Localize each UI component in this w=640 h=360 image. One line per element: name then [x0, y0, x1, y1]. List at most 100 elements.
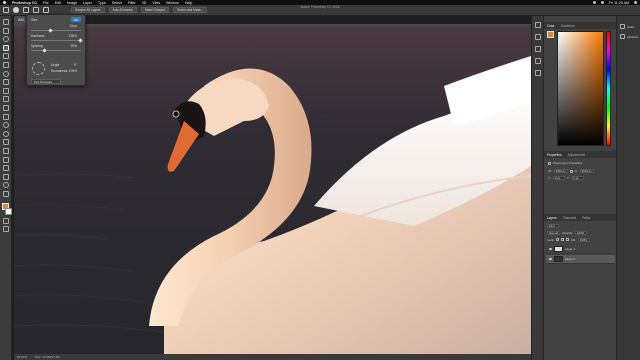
- sample-all-layers-checkbox[interactable]: Sample All Layers: [71, 7, 105, 13]
- path-selection-tool-icon[interactable]: [2, 156, 9, 163]
- screen-mode-icon[interactable]: [2, 226, 9, 233]
- crop-tool-icon[interactable]: [2, 53, 9, 60]
- lock-position-icon[interactable]: [561, 238, 565, 241]
- wifi-icon[interactable]: [592, 1, 596, 4]
- quick-selection-add-icon[interactable]: [33, 7, 39, 13]
- adjustments-panel-icon[interactable]: [534, 34, 541, 40]
- menu-edit[interactable]: Edit: [55, 1, 61, 5]
- brush-size-knob[interactable]: [48, 28, 53, 33]
- layer-name[interactable]: Layer 0: [565, 257, 575, 261]
- brush-ok-button[interactable]: OK: [71, 17, 81, 22]
- visibility-eye-icon[interactable]: [549, 248, 552, 250]
- tab-swatches[interactable]: Swatches: [561, 24, 575, 28]
- lock-all-icon[interactable]: [566, 238, 570, 241]
- menu-file[interactable]: File: [43, 1, 49, 5]
- home-icon[interactable]: [3, 7, 9, 13]
- brush-size-slider[interactable]: [31, 28, 81, 33]
- blur-tool-icon[interactable]: [2, 122, 9, 129]
- tab-layers[interactable]: Layers: [547, 216, 557, 220]
- shape-tool-icon[interactable]: [2, 165, 9, 172]
- fill-field[interactable]: 100%: [577, 237, 590, 242]
- tab-color[interactable]: Color: [547, 24, 555, 28]
- brush-roundness-value[interactable]: 100%: [69, 69, 77, 73]
- type-tool-icon[interactable]: [2, 147, 9, 154]
- menu-help[interactable]: Help: [185, 1, 192, 5]
- y-field[interactable]: 0 px: [571, 176, 584, 180]
- brush-angle-roundness-widget[interactable]: [32, 62, 45, 75]
- brushes-panel-icon[interactable]: [534, 46, 541, 52]
- color-panel-foreground-swatch[interactable]: [547, 31, 554, 38]
- tab-paths[interactable]: Paths: [582, 216, 590, 220]
- pen-tool-icon[interactable]: [2, 139, 9, 146]
- menu-image[interactable]: Image: [67, 1, 77, 5]
- history-panel-icon[interactable]: [534, 22, 541, 28]
- tab-properties[interactable]: Properties: [547, 153, 562, 157]
- menu-layer[interactable]: Layer: [83, 1, 92, 5]
- brush-spacing-value[interactable]: 25%: [71, 44, 77, 48]
- layer-name[interactable]: Layer 1: [565, 247, 575, 251]
- menu-filter[interactable]: Filter: [128, 1, 136, 5]
- gradient-tool-icon[interactable]: [2, 113, 9, 120]
- pen-pressure-dropdown[interactable]: Pen Pressure: [31, 79, 61, 84]
- apple-icon[interactable]: [3, 1, 6, 4]
- layer-row[interactable]: Layer 0: [546, 255, 615, 264]
- more-tools-icon[interactable]: [2, 190, 9, 197]
- hue-slider[interactable]: [606, 31, 611, 146]
- styles-panel-icon[interactable]: [534, 58, 541, 64]
- height-field[interactable]: 3024 px: [579, 169, 594, 173]
- quick-selection-subtract-icon[interactable]: [43, 7, 49, 13]
- opacity-field[interactable]: 100%: [575, 230, 588, 235]
- brush-spacing-knob[interactable]: [42, 48, 47, 53]
- quick-mask-icon[interactable]: [2, 217, 9, 224]
- menu-window[interactable]: Window: [166, 1, 179, 5]
- select-subject-button[interactable]: Select Subject: [140, 7, 170, 13]
- dock-libraries-item[interactable]: Libraries: [620, 34, 639, 39]
- auto-enhance-checkbox[interactable]: Auto-Enhance: [108, 7, 137, 13]
- menu-select[interactable]: Select: [112, 1, 122, 5]
- layer-kind-filter[interactable]: Kind: [547, 223, 559, 228]
- eraser-tool-icon[interactable]: [2, 104, 9, 111]
- width-field[interactable]: 4032 px: [553, 169, 568, 173]
- battery-icon[interactable]: [600, 1, 604, 4]
- layer-row[interactable]: Layer 1: [546, 245, 615, 254]
- menu-view[interactable]: View: [152, 1, 160, 5]
- zoom-tool-icon[interactable]: [2, 182, 9, 189]
- clone-stamp-tool-icon[interactable]: [2, 87, 9, 94]
- menu-type[interactable]: Type: [98, 1, 106, 5]
- link-icon[interactable]: [569, 169, 573, 173]
- character-panel-icon[interactable]: [534, 70, 541, 76]
- color-field[interactable]: [557, 31, 604, 146]
- menu-3d[interactable]: 3D: [142, 1, 147, 5]
- dodge-tool-icon[interactable]: [2, 130, 9, 137]
- blend-mode-select[interactable]: Normal: [547, 230, 561, 235]
- quick-selection-new-icon[interactable]: [23, 7, 29, 13]
- brush-tool-icon[interactable]: [2, 79, 9, 86]
- history-brush-tool-icon[interactable]: [2, 96, 9, 103]
- brush-spacing-slider[interactable]: [31, 48, 81, 53]
- lock-pixels-icon[interactable]: [556, 238, 560, 241]
- brush-hardness-slider[interactable]: [31, 38, 83, 43]
- zoom-level[interactable]: 66.67%: [17, 355, 27, 359]
- tab-channels[interactable]: Channels: [563, 216, 576, 220]
- brush-angle-value[interactable]: 0°: [74, 63, 77, 67]
- marquee-tool-icon[interactable]: [2, 27, 9, 34]
- x-field[interactable]: 0 px: [552, 176, 565, 180]
- spotlight-icon[interactable]: [634, 1, 637, 4]
- select-and-mask-button[interactable]: Select and Mask...: [173, 7, 208, 13]
- dock-color-item[interactable]: Color: [620, 24, 634, 29]
- lasso-tool-icon[interactable]: [2, 36, 9, 43]
- tab-adjustments[interactable]: Adjustments: [568, 153, 586, 157]
- brush-hardness-knob[interactable]: [78, 38, 83, 43]
- brush-preset-icon[interactable]: [13, 7, 19, 13]
- hand-tool-icon[interactable]: [2, 173, 9, 180]
- quick-selection-tool-icon[interactable]: [2, 44, 9, 51]
- move-tool-icon[interactable]: [2, 19, 9, 25]
- doc-size-info[interactable]: Doc: 17.2M/17.2M: [35, 355, 60, 359]
- background-color-swatch[interactable]: [4, 208, 12, 216]
- document-canvas[interactable]: [14, 26, 531, 354]
- eyedropper-tool-icon[interactable]: [2, 61, 9, 68]
- visibility-eye-icon[interactable]: [549, 258, 552, 260]
- menu-app-name[interactable]: Photoshop CC: [12, 1, 37, 5]
- healing-brush-tool-icon[interactable]: [2, 70, 9, 77]
- brush-size-value[interactable]: 13 px: [69, 24, 77, 28]
